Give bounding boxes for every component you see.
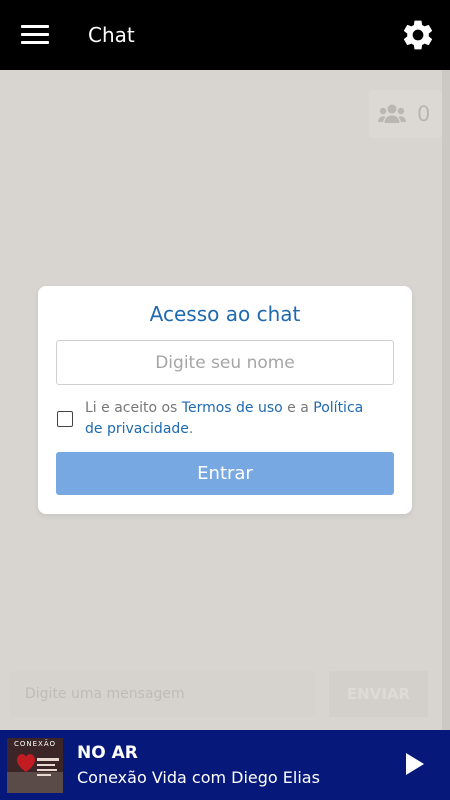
album-cover[interactable]: CONEXÃO xyxy=(7,738,63,793)
play-icon[interactable] xyxy=(401,751,427,777)
scrollbar[interactable] xyxy=(442,70,450,730)
hamburger-menu-icon[interactable] xyxy=(21,25,49,45)
terms-suffix: . xyxy=(188,421,194,437)
chat-login-dialog: Acesso ao chat Li e aceito os Termos de … xyxy=(38,286,412,514)
online-users-counter[interactable]: 0 xyxy=(369,90,442,138)
terms-checkbox[interactable] xyxy=(57,411,73,427)
enter-button[interactable]: Entrar xyxy=(56,452,394,495)
terms-text: Li e aceito os Termos de uso e a Polític… xyxy=(85,398,385,440)
users-group-icon xyxy=(378,104,406,123)
name-input[interactable] xyxy=(56,340,394,385)
dialog-title: Acesso ao chat xyxy=(149,302,301,326)
users-count: 0 xyxy=(417,102,431,126)
cover-title: CONEXÃO xyxy=(13,740,57,748)
page-title: Chat xyxy=(88,23,135,47)
send-button[interactable]: ENVIAR xyxy=(329,671,428,717)
gear-icon[interactable] xyxy=(400,17,436,53)
top-bar: Chat xyxy=(0,0,450,70)
message-input[interactable] xyxy=(10,671,315,717)
on-air-label: NO AR xyxy=(77,743,138,763)
program-name: Conexão Vida com Diego Elias xyxy=(77,768,320,787)
terms-middle: e a xyxy=(282,400,314,416)
terms-prefix: Li e aceito os xyxy=(85,400,182,416)
terms-of-use-link[interactable]: Termos de uso xyxy=(182,400,283,416)
radio-player-bar: CONEXÃO NO AR Conexão Vida com Diego Eli… xyxy=(0,730,450,800)
